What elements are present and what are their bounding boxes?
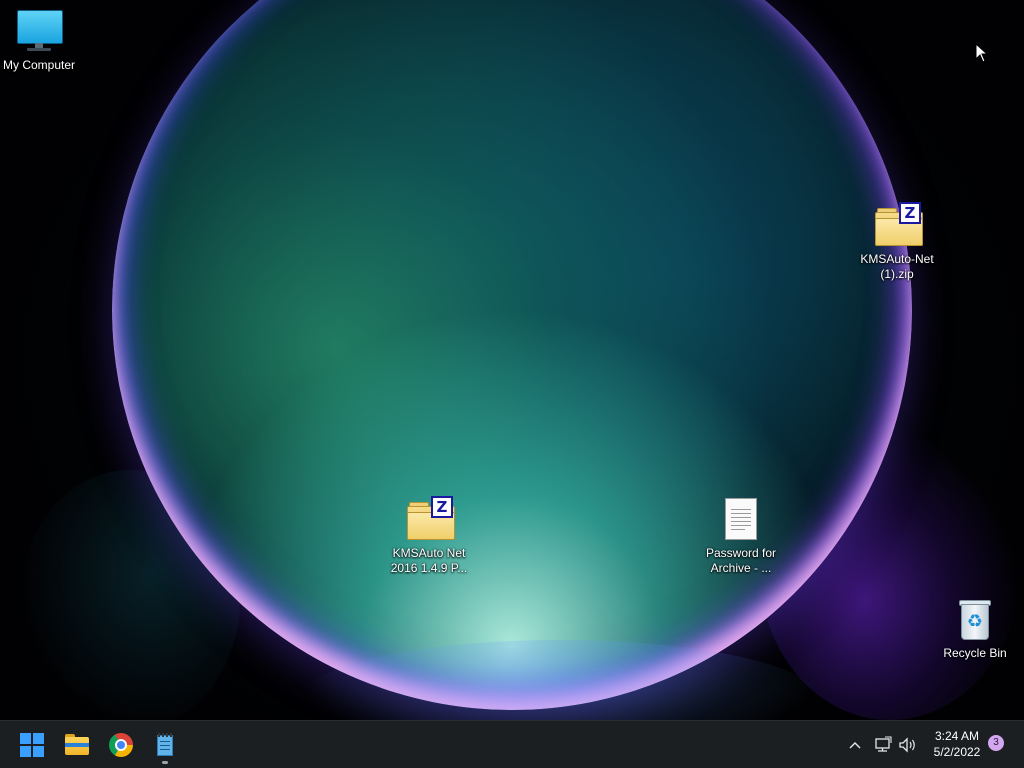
desktop-icon-label: KMSAuto Net 2016 1.4.9 P... bbox=[390, 546, 468, 575]
zip-folder-icon: Z bbox=[873, 202, 923, 250]
running-indicator bbox=[162, 761, 168, 764]
desktop-icon-label: My Computer bbox=[2, 58, 76, 72]
recycle-bin-icon: ♻ bbox=[951, 596, 999, 644]
desktop-icon-label: Password for Archive - ... bbox=[705, 546, 777, 575]
notepad-icon bbox=[153, 733, 177, 757]
desktop-wallpaper bbox=[0, 0, 1024, 720]
show-hidden-icons-chevron-icon[interactable] bbox=[847, 733, 863, 757]
desktop-icon-label: KMSAuto-Net (1).zip bbox=[860, 252, 934, 281]
zip-folder-icon: Z bbox=[405, 496, 455, 544]
volume-icon[interactable] bbox=[898, 733, 918, 757]
text-document-icon bbox=[717, 496, 765, 544]
clock-time: 3:24 AM bbox=[934, 729, 980, 743]
chrome-icon bbox=[109, 733, 133, 757]
monitor-icon bbox=[15, 8, 63, 56]
desktop-icon-password-file[interactable]: Password for Archive - ... bbox=[699, 496, 783, 576]
folder-icon bbox=[65, 733, 89, 757]
desktop-icon-my-computer[interactable]: My Computer bbox=[0, 8, 81, 73]
taskbar-chrome-button[interactable] bbox=[101, 725, 141, 765]
mouse-cursor-icon bbox=[975, 43, 989, 63]
taskbar-clock[interactable]: 3:24 AM 5/2/2022 bbox=[926, 728, 988, 760]
network-icon[interactable] bbox=[873, 733, 893, 757]
desktop-icon-kmsauto-zip[interactable]: Z KMSAuto-Net (1).zip bbox=[855, 202, 939, 282]
desktop-icon-label: Recycle Bin bbox=[943, 646, 1007, 660]
notification-count-badge[interactable]: 3 bbox=[988, 735, 1004, 751]
windows-logo-icon bbox=[20, 733, 44, 757]
desktop-icon-recycle-bin[interactable]: ♻ Recycle Bin bbox=[933, 596, 1017, 661]
desktop-icon-kmsauto-archive[interactable]: Z KMSAuto Net 2016 1.4.9 P... bbox=[387, 496, 471, 576]
taskbar: 3:24 AM 5/2/2022 bbox=[0, 720, 1024, 768]
start-button[interactable] bbox=[12, 725, 52, 765]
clock-date: 5/2/2022 bbox=[933, 745, 981, 759]
taskbar-file-explorer-button[interactable] bbox=[57, 725, 97, 765]
taskbar-notepad-button[interactable] bbox=[145, 725, 185, 765]
